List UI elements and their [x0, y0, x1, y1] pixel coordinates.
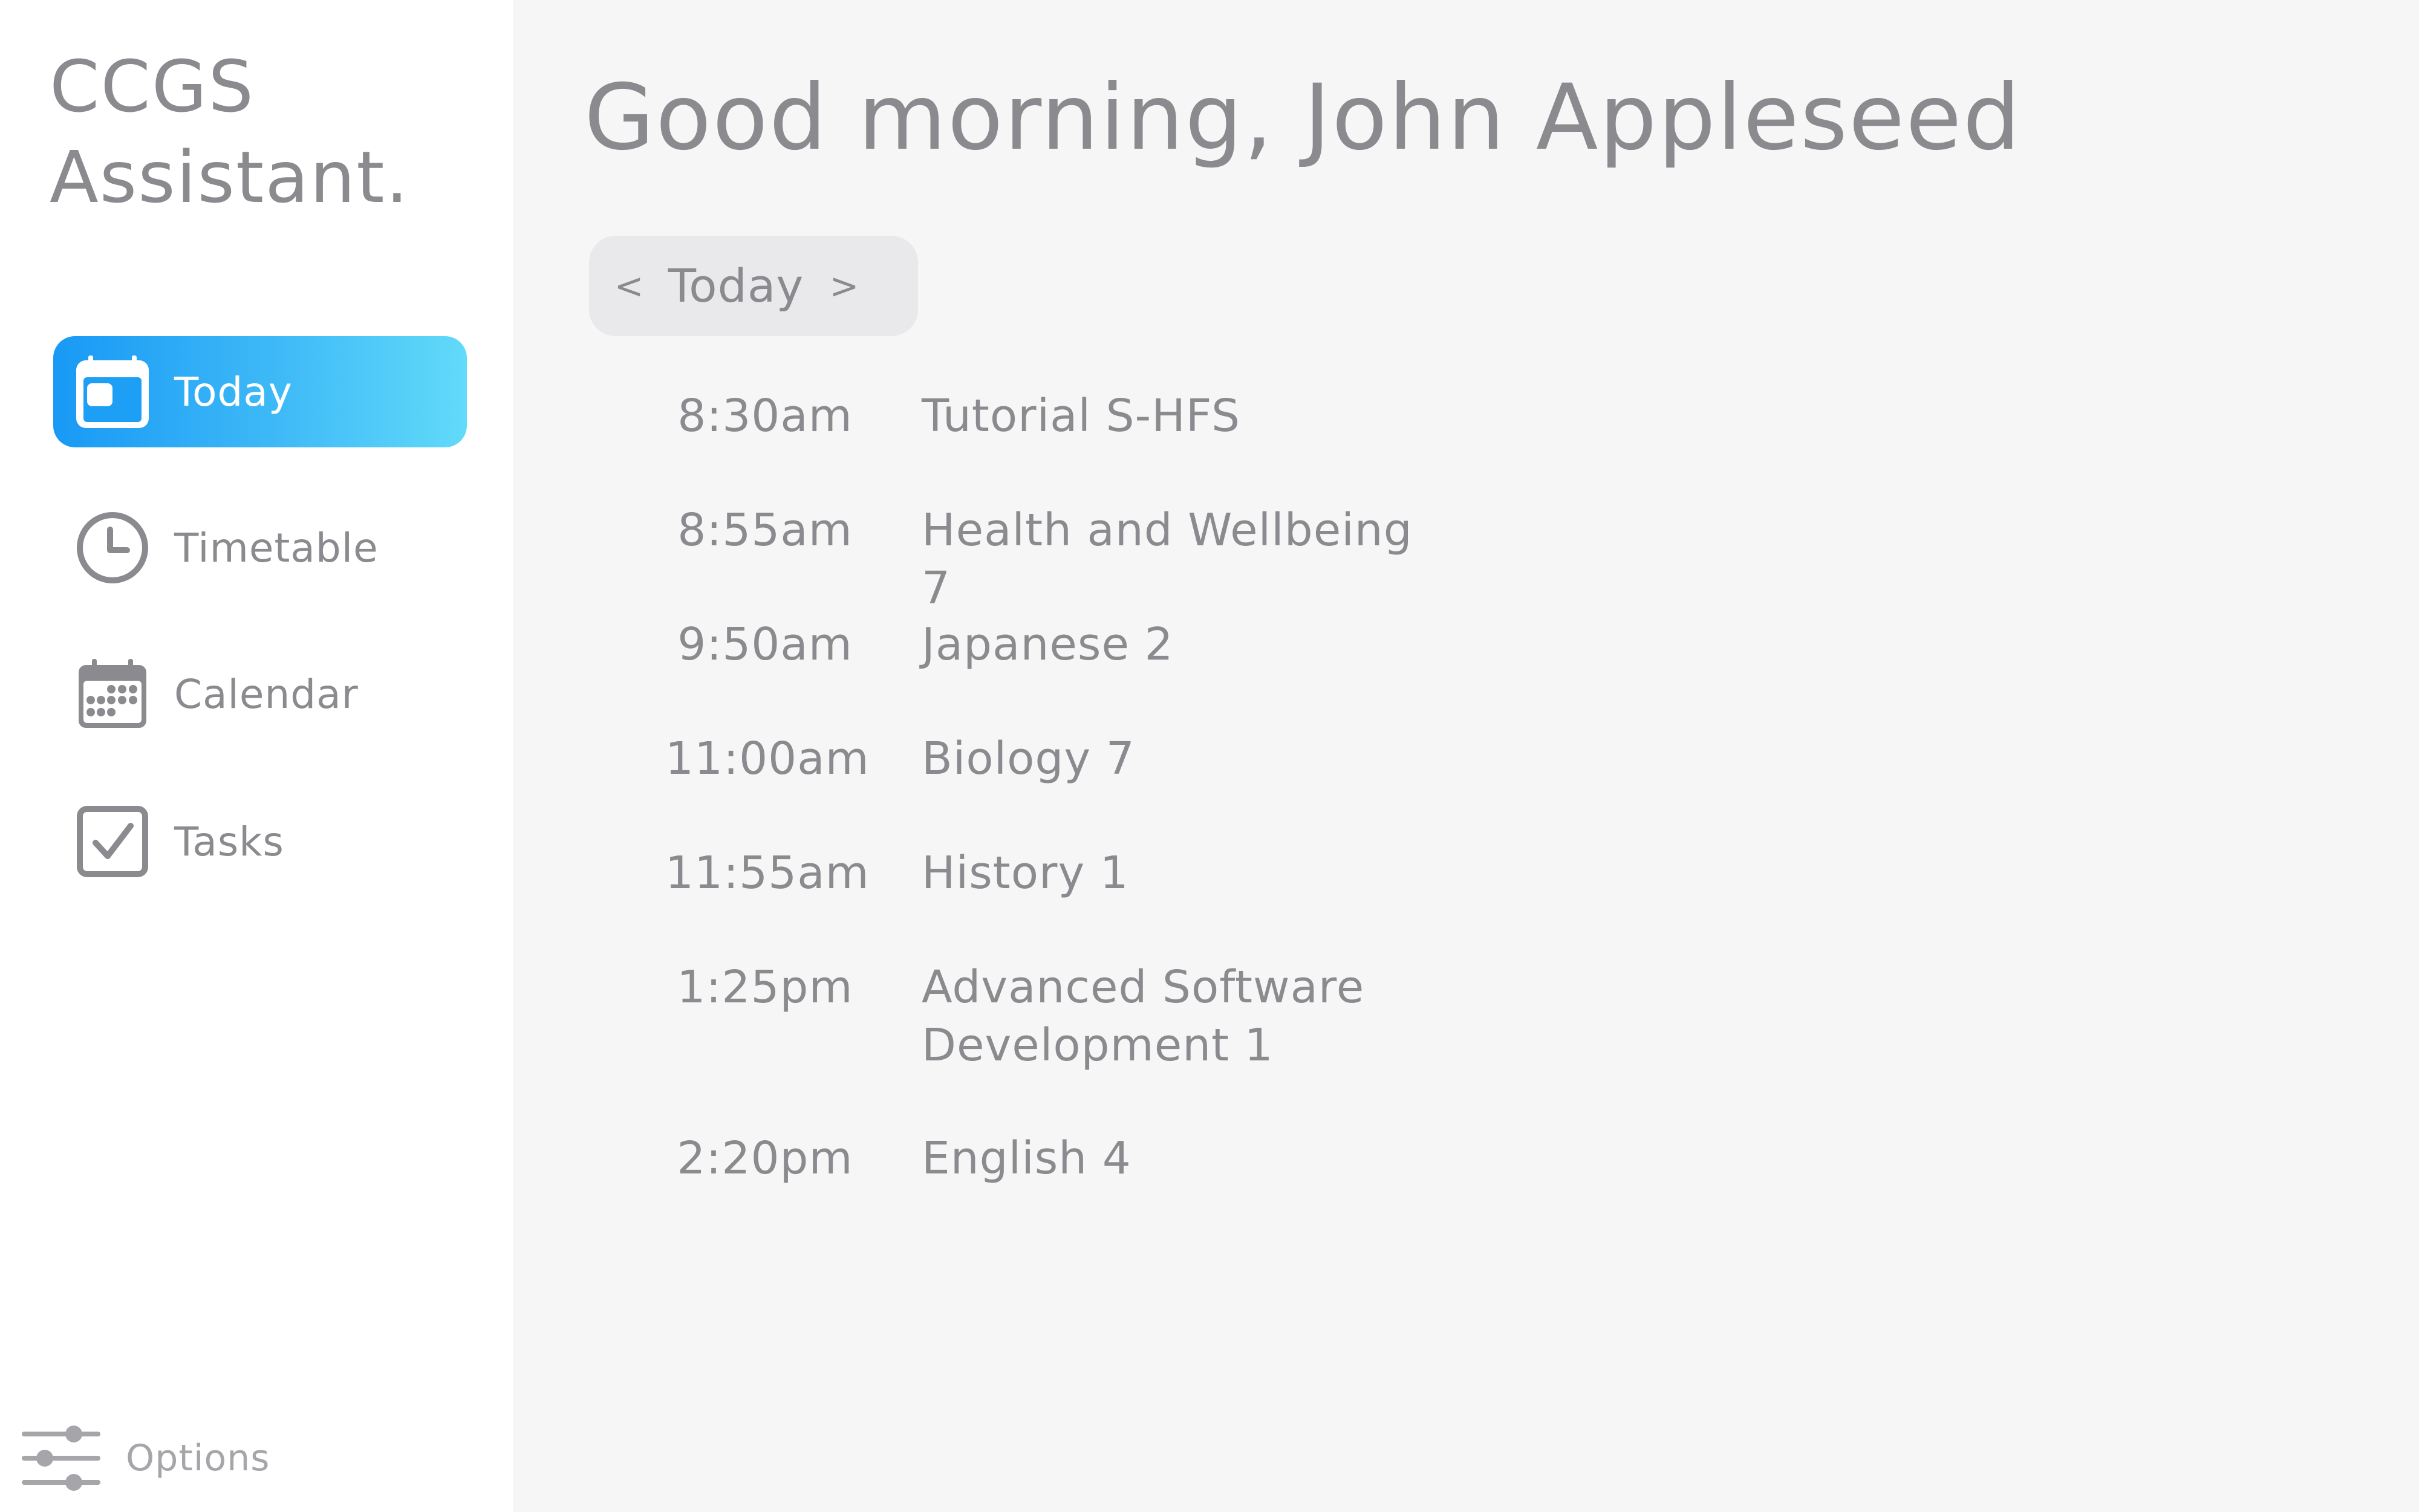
- day-switcher: < Today >: [589, 236, 918, 336]
- period-subject: Tutorial S-HFS: [922, 390, 1241, 442]
- period-subject: English 4: [922, 1132, 1131, 1184]
- calendar-day-icon: [75, 354, 150, 429]
- sidebar-item-label: Today: [174, 368, 293, 415]
- previous-day-button[interactable]: <: [602, 236, 656, 336]
- next-day-button[interactable]: >: [817, 236, 871, 336]
- clock-icon: [75, 510, 150, 585]
- schedule-row[interactable]: 8:55am Health and Wellbeing 7: [665, 501, 1512, 617]
- schedule-row[interactable]: 8:30am Tutorial S-HFS: [665, 387, 1512, 445]
- sidebar: CCGS Assistant. Today Timetable Calendar…: [0, 0, 513, 1512]
- app-title-text: CCGS Assistant.: [50, 45, 410, 219]
- options-button[interactable]: Options: [21, 1422, 270, 1494]
- period-time: 2:20pm: [677, 1132, 853, 1184]
- sidebar-item-timetable[interactable]: Timetable: [53, 492, 467, 603]
- period-time: 11:55am: [665, 847, 870, 899]
- schedule-row[interactable]: 11:55am History 1: [665, 844, 1512, 902]
- period-time: 8:30am: [677, 390, 853, 442]
- sidebar-item-label: Calendar: [174, 670, 359, 718]
- period-subject: Advanced Software Development 1: [922, 961, 1365, 1071]
- period-subject: Health and Wellbeing 7: [922, 504, 1413, 614]
- period-time: 8:55am: [677, 504, 853, 556]
- sidebar-item-calendar[interactable]: Calendar: [53, 638, 467, 750]
- checkbox-icon: [75, 804, 150, 879]
- schedule-row[interactable]: 1:25pm Advanced Software Development 1: [665, 958, 1512, 1074]
- period-subject: Japanese 2: [922, 618, 1174, 670]
- options-label: Options: [126, 1437, 270, 1479]
- period-subject: History 1: [922, 847, 1129, 899]
- period-time: 11:00am: [665, 733, 870, 785]
- sliders-icon: [21, 1422, 102, 1494]
- schedule-row[interactable]: 11:00am Biology 7: [665, 730, 1512, 788]
- period-time: 1:25pm: [677, 961, 853, 1013]
- period-time: 9:50am: [677, 618, 853, 670]
- period-subject: Biology 7: [922, 733, 1135, 785]
- schedule-row[interactable]: 9:50am Japanese 2: [665, 615, 1512, 673]
- app-title: CCGS Assistant.: [50, 41, 513, 222]
- app-window: CCGS Assistant. Today Timetable Calendar…: [0, 0, 2419, 1512]
- calendar-grid-icon: [75, 657, 150, 732]
- current-day-label[interactable]: Today: [656, 236, 816, 336]
- sidebar-item-label: Tasks: [174, 818, 284, 865]
- sidebar-item-label: Timetable: [174, 524, 379, 571]
- greeting-heading: Good morning, John Appleseed: [584, 65, 2022, 170]
- schedule-row[interactable]: 2:20pm English 4: [665, 1129, 1512, 1187]
- sidebar-item-today[interactable]: Today: [53, 336, 467, 447]
- sidebar-item-tasks[interactable]: Tasks: [53, 786, 467, 897]
